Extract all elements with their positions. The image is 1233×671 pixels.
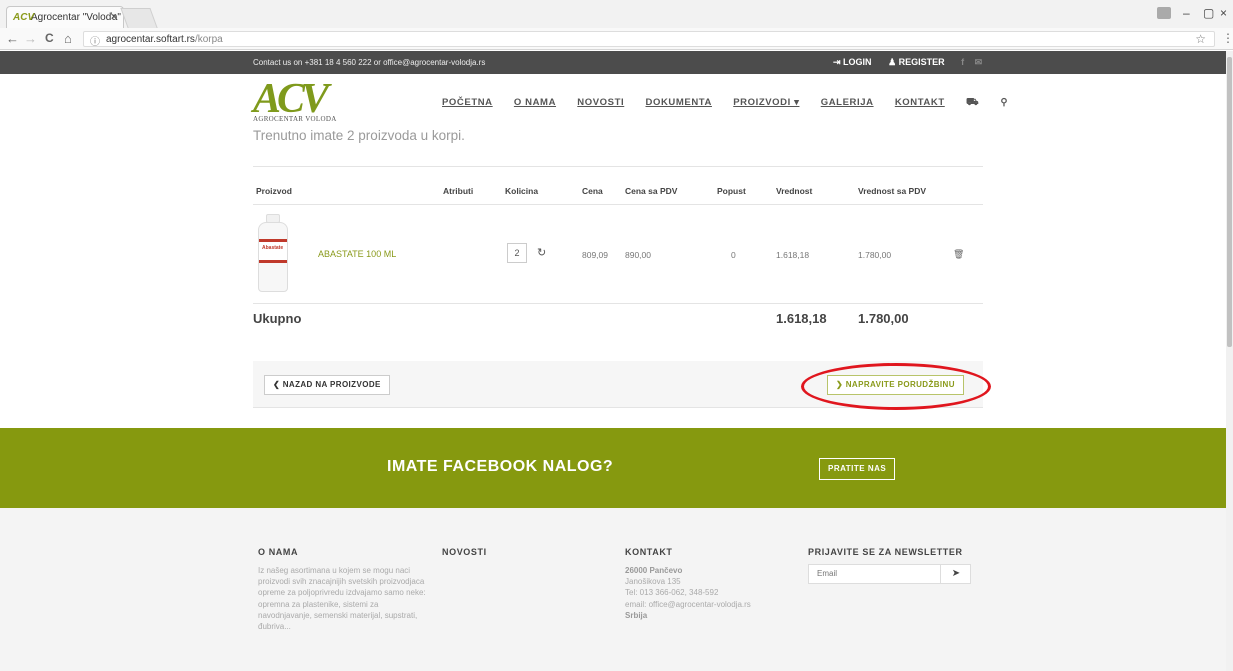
register-link[interactable]: ♟ REGISTER (888, 57, 945, 67)
browser-tab[interactable]: ACV Agrocentar "Voloďa" × (6, 6, 124, 28)
maximize-icon[interactable]: ▢ (1203, 6, 1214, 20)
mail-icon[interactable]: ✉ (975, 57, 983, 67)
site-header: ACV AGROCENTAR VOLODA POČETNA O NAMA NOV… (0, 74, 1226, 154)
send-icon[interactable]: ➤ (940, 565, 971, 583)
facebook-banner: IMATE FACEBOOK NALOG? PRATITE NAS (0, 428, 1226, 508)
item-discount: 0 (731, 250, 736, 260)
back-icon[interactable]: ← (6, 31, 19, 46)
cart-icon[interactable]: ⛟ (966, 97, 979, 108)
item-value: 1.618,18 (776, 250, 810, 260)
footer-about-text: Iz našeg asortimana u kojem se mogu naci… (258, 566, 426, 632)
nav-item-kontakt[interactable]: KONTAKT (895, 97, 945, 108)
col-header-kolicina: Kolicina (505, 186, 539, 196)
col-header-cena: Cena (582, 186, 603, 196)
address-bar: ← → C ⌂ ⓘ agrocentar.softart.rs/korpa ☆ … (0, 28, 1233, 50)
col-header-vrednost: Vrednost (776, 186, 813, 196)
facebook-icon[interactable]: f (961, 57, 964, 67)
reload-icon[interactable]: C (45, 31, 54, 45)
item-price: 809,09 (582, 250, 608, 260)
refresh-icon[interactable]: ↻ (537, 246, 546, 259)
col-header-atributi: Atributi (443, 186, 474, 196)
total-value-vat: 1.780,00 (858, 311, 909, 326)
product-image[interactable]: Abastate (257, 214, 289, 292)
facebook-title: IMATE FACEBOOK NALOG? (387, 458, 614, 475)
divider (253, 303, 983, 304)
nav-item-novosti[interactable]: NOVOSTI (577, 97, 624, 108)
forward-icon[interactable]: → (24, 31, 37, 46)
quantity-input[interactable]: 2 (507, 243, 527, 263)
item-value-vat: 1.780,00 (858, 250, 892, 260)
footer-about-title: O NAMA (258, 547, 299, 557)
home-icon[interactable]: ⌂ (64, 31, 72, 46)
page-scrollbar[interactable] (1226, 51, 1233, 671)
footer-contact-title: KONTAKT (625, 547, 673, 557)
product-link[interactable]: ABASTATE 100 ML (318, 249, 396, 259)
main-nav: POČETNA O NAMA NOVOSTI DOKUMENTA PROIZVO… (442, 97, 1026, 110)
site-footer: O NAMA Iz našeg asortimana u kojem se mo… (0, 508, 1226, 671)
new-tab-button[interactable] (120, 8, 158, 28)
minimize-icon[interactable]: – (1183, 6, 1190, 20)
contact-email[interactable]: email: office@agrocentar-volodja.rs (625, 599, 800, 610)
bottle-label: Abastate (262, 245, 284, 251)
browser-menu-icon[interactable]: ⋮ (1222, 31, 1233, 45)
highlight-annotation (801, 363, 991, 410)
nav-item-pocetna[interactable]: POČETNA (442, 97, 493, 108)
top-bar: Contact us on +381 18 4 560 222 or offic… (0, 51, 1226, 74)
col-header-popust: Popust (717, 186, 746, 196)
profile-icon[interactable] (1157, 7, 1171, 19)
scrollbar-thumb[interactable] (1227, 57, 1232, 347)
page-viewport: Contact us on +381 18 4 560 222 or offic… (0, 51, 1226, 671)
footer-news-title: NOVOSTI (442, 547, 487, 557)
trash-icon[interactable]: 🗑 (953, 249, 964, 260)
follow-us-button[interactable]: PRATITE NAS (819, 458, 896, 480)
newsletter-form: ➤ (808, 564, 971, 584)
favicon-icon: ACV (13, 12, 35, 23)
newsletter-email-input[interactable] (817, 569, 927, 578)
bookmark-star-icon[interactable]: ☆ (1195, 32, 1206, 46)
cart-message: Trenutno imate 2 proizvoda u korpi. (253, 128, 465, 143)
url-host: agrocentar.softart.rs (106, 34, 195, 45)
tab-close-icon[interactable]: × (111, 11, 117, 23)
total-label: Ukupno (253, 311, 302, 326)
footer-contact: 26000 Pančevo Janošikova 135 Tel: 013 36… (625, 565, 800, 621)
nav-item-o-nama[interactable]: O NAMA (514, 97, 556, 108)
col-header-vrednost-pdv: Vrednost sa PDV (858, 186, 927, 196)
account-links: ⇥ LOGIN ♟ REGISTER f ✉ (833, 57, 990, 68)
contact-tel: Tel: 013 366-062, 348-592 (625, 588, 719, 598)
total-value: 1.618,18 (776, 311, 827, 326)
window-close-icon[interactable]: × (1220, 6, 1227, 20)
item-price-vat: 890,00 (625, 250, 651, 260)
logo-subtitle: AGROCENTAR VOLODA (253, 115, 337, 123)
browser-tabstrip: ACV Agrocentar "Voloďa" × – ▢ × (0, 0, 1233, 28)
contact-info: Contact us on +381 18 4 560 222 or offic… (253, 58, 486, 67)
url-path: /korpa (194, 34, 223, 45)
info-icon[interactable]: ⓘ (90, 33, 100, 48)
back-to-products-button[interactable]: ❮ NAZAD NA PROIZVODE (264, 375, 390, 395)
footer-newsletter-title: PRIJAVITE SE ZA NEWSLETTER (808, 547, 963, 557)
nav-item-galerija[interactable]: GALERIJA (821, 97, 874, 108)
contact-street: Janošikova 135 (625, 577, 681, 587)
url-input[interactable]: ⓘ agrocentar.softart.rs/korpa ☆ (83, 31, 1215, 48)
divider (253, 166, 983, 167)
nav-item-proizvodi[interactable]: PROIZVODI ▾ (733, 97, 799, 108)
login-link[interactable]: ⇥ LOGIN (833, 57, 872, 67)
nav-item-dokumenta[interactable]: DOKUMENTA (646, 97, 712, 108)
tab-title: Agrocentar "Voloďa" (31, 12, 121, 23)
contact-city: 26000 Pančevo (625, 566, 683, 575)
col-header-proizvod: Proizvod (256, 186, 292, 196)
col-header-cena-pdv: Cena sa PDV (625, 186, 678, 196)
divider (253, 204, 983, 205)
search-icon[interactable]: ⚲ (1000, 97, 1008, 108)
contact-country: Srbija (625, 610, 648, 620)
